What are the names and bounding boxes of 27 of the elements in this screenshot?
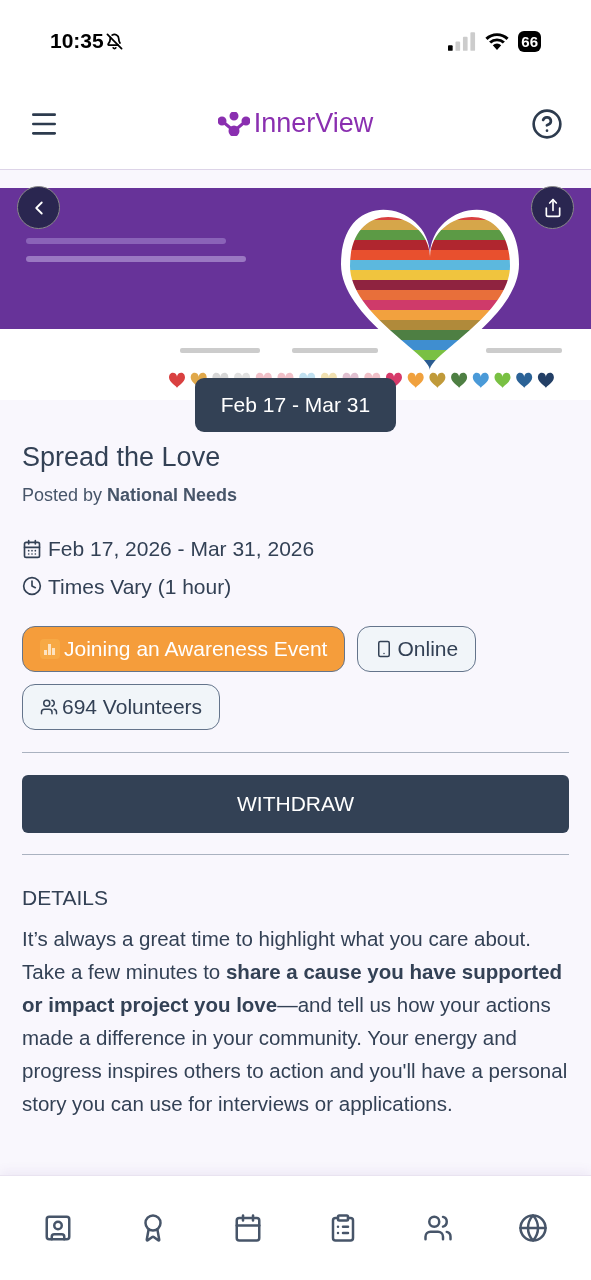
battery-indicator: 66 xyxy=(518,30,541,52)
people-icon xyxy=(40,698,58,716)
chart-icon xyxy=(40,639,60,659)
details-heading: DETAILS xyxy=(22,885,109,911)
logo-icon xyxy=(217,111,250,136)
globe-icon xyxy=(518,1213,549,1243)
wifi-icon xyxy=(484,31,511,51)
date-badge: Feb 17 - Mar 31 xyxy=(195,378,396,432)
withdraw-button[interactable]: WITHDRAW xyxy=(22,775,569,833)
status-time: 10:35 xyxy=(50,28,104,55)
tag-chip: Online xyxy=(357,626,477,672)
tag-chip: 694 Volunteers xyxy=(22,684,221,730)
event-time: Times Vary (1 hour) xyxy=(48,573,232,600)
details-text: It’s always a great time to highlight what you care about. Take a few minutes to share a cause you have supported or impact project you love—and tell us how your actions made a difference in your community. Your energy and progress inspires others to action and you'll have a personal story you can use for interviews or applications. xyxy=(22,925,569,1117)
help-icon xyxy=(531,107,563,140)
event-dates: Feb 17, 2026 - Mar 31, 2026 xyxy=(48,536,315,562)
signal-icon xyxy=(448,31,477,51)
brand-name: InnerView xyxy=(253,107,374,141)
event-title: Spread the Love xyxy=(22,441,222,474)
clock-icon xyxy=(22,576,42,597)
help-button[interactable] xyxy=(531,107,563,140)
bell-off-icon xyxy=(105,32,123,50)
group-icon xyxy=(423,1213,454,1243)
calendar-icon xyxy=(22,538,42,559)
calendar-icon xyxy=(232,1213,263,1243)
tag-chip: Joining an Awareness Event xyxy=(22,626,346,672)
posted-by: Posted by National Needs xyxy=(22,484,239,507)
